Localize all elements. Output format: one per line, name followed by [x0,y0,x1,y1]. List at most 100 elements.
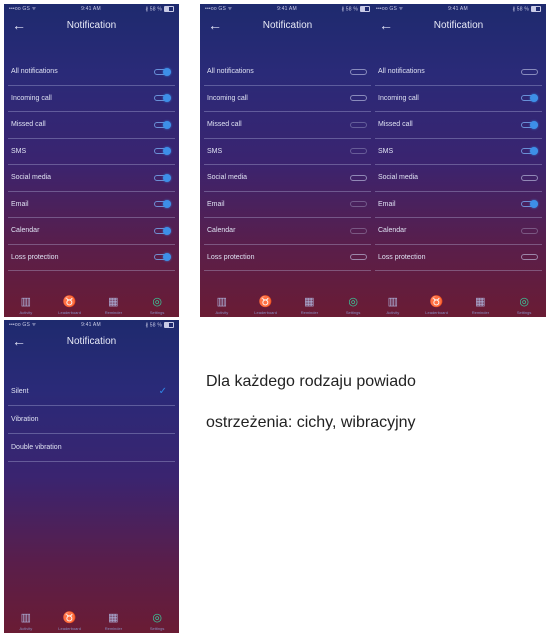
tab-reminder[interactable]: ▦ Reminder [95,296,131,315]
toggle-switch[interactable] [521,94,538,103]
settings-list: All notifications Incoming call Missed cal… [371,59,546,271]
tab-bar: ▥ Activity ♉ Leaderboard ▦ Reminder ◎ Settings [4,605,179,633]
phone-screen-3: •••oo GS ᯤ 9:41 AM ∦ 58 % ← Notification All … [371,4,546,317]
nav-bar: ← Notification [371,14,546,42]
tab-settings[interactable]: ◎ Settings [506,296,542,315]
toggle-switch[interactable] [154,173,171,182]
page-title: Notification [66,336,117,347]
notification-row[interactable]: Email [8,192,175,218]
calendar-icon: ▦ [108,612,119,624]
toggle-switch[interactable] [521,227,538,234]
notification-row[interactable]: Incoming call [8,86,175,112]
notification-row[interactable]: Calendar [8,218,175,245]
tab-label: Reminder [300,310,319,315]
toggle-switch[interactable] [350,68,367,75]
notification-row[interactable]: Social media [204,165,371,192]
toggle-switch[interactable] [154,120,171,129]
carrier-signal: •••oo GS ᯤ [205,6,233,12]
battery-status: ∦ 58 % [146,321,174,328]
row-label: SMS [11,147,27,155]
notification-row[interactable]: Missed call [375,112,542,139]
notification-row[interactable]: Missed call [204,112,371,139]
notification-row[interactable]: Email [204,192,371,218]
battery-status: ∦ 58 % [146,5,174,12]
tab-activity[interactable]: ▥ Activity [375,296,411,315]
tab-settings[interactable]: ◎ Settings [139,612,175,631]
notification-row[interactable]: Social media [375,165,542,192]
toggle-switch[interactable] [350,174,367,181]
tab-reminder[interactable]: ▦ Reminder [95,612,131,631]
notification-row[interactable]: Email [375,192,542,218]
notification-row[interactable]: SMS [8,139,175,165]
toggle-switch[interactable] [521,254,538,261]
toggle-switch[interactable] [521,68,538,75]
tab-leaderboard[interactable]: ♉ Leaderboard [419,296,455,315]
notification-row[interactable]: Incoming call [204,86,371,112]
toggle-switch[interactable] [521,120,538,129]
bar-chart-icon: ▥ [387,296,399,308]
notification-row[interactable]: Loss protection [204,245,371,271]
toggle-switch[interactable] [154,200,171,209]
toggle-switch[interactable] [350,95,367,102]
row-label: Missed call [11,121,46,129]
toggle-switch[interactable] [350,227,367,234]
status-bar: •••oo GS ᯤ 9:41 AM ∦ 58 % [4,4,179,14]
status-bar: •••oo GS ᯤ 9:41 AM ∦ 58 % [200,4,375,14]
row-label: SMS [207,147,223,155]
notification-row[interactable]: Incoming call [375,86,542,112]
notification-row[interactable]: Calendar [375,218,542,245]
status-time: 9:41 AM [277,6,297,12]
tab-label: Leaderboard [58,626,81,631]
notification-row[interactable]: Calendar [204,218,371,245]
notification-row[interactable]: Missed call [8,112,175,139]
row-label: Incoming call [11,94,52,102]
alert-mode-option[interactable]: Double vibration [8,434,175,462]
alert-mode-option[interactable]: Silent ✓ [8,378,175,406]
tab-leaderboard[interactable]: ♉ Leaderboard [52,612,88,631]
toggle-switch[interactable] [154,226,171,235]
tab-activity[interactable]: ▥ Activity [8,296,44,315]
tab-activity[interactable]: ▥ Activity [8,612,44,631]
row-label: Social media [207,174,248,182]
toggle-switch[interactable] [154,253,171,262]
notification-row[interactable]: Social media [8,165,175,192]
notification-row[interactable]: All notifications [204,59,371,86]
toggle-switch[interactable] [350,254,367,261]
toggle-switch[interactable] [521,174,538,181]
battery-icon [164,321,174,328]
phone-screen-1: •••oo GS ᯤ 9:41 AM ∦ 58 % ← Notification All … [4,4,179,317]
toggle-switch[interactable] [154,67,171,76]
tab-reminder[interactable]: ▦ Reminder [291,296,327,315]
notification-row[interactable]: Loss protection [8,245,175,271]
toggle-switch[interactable] [154,94,171,103]
toggle-switch[interactable] [350,148,367,155]
notification-row[interactable]: All notifications [8,59,175,86]
caption-line-1: Dla każdego rodzaju powiado [206,373,416,390]
tab-leaderboard[interactable]: ♉ Leaderboard [52,296,88,315]
notification-row[interactable]: All notifications [375,59,542,86]
toggle-switch[interactable] [521,200,538,209]
tab-activity[interactable]: ▥ Activity [204,296,240,315]
toggle-switch[interactable] [521,147,538,156]
battery-percent: ∦ 58 % [341,6,358,13]
tab-bar: ▥ Activity ♉ Leaderboard ▦ Reminder ◎ Settings [4,289,179,317]
notification-row[interactable]: Loss protection [375,245,542,271]
tab-settings[interactable]: ◎ Settings [335,296,371,315]
tab-leaderboard[interactable]: ♉ Leaderboard [248,296,284,315]
calendar-icon: ▦ [108,296,119,308]
notification-row[interactable]: SMS [375,139,542,165]
settings-list: All notifications Incoming call Missed cal… [200,59,375,271]
tab-settings[interactable]: ◎ Settings [139,296,175,315]
alert-mode-option[interactable]: Vibration [8,406,175,434]
toggle-switch[interactable] [154,147,171,156]
battery-percent: ∦ 58 % [512,6,529,13]
toggle-switch[interactable] [350,201,367,208]
tab-reminder[interactable]: ▦ Reminder [462,296,498,315]
notification-row[interactable]: SMS [204,139,371,165]
page-title: Notification [433,20,484,31]
toggle-switch[interactable] [350,121,367,128]
battery-icon [531,5,541,12]
checkmark-icon: ✓ [158,385,167,397]
tab-label: Leaderboard [254,310,277,315]
row-label: Email [207,200,225,208]
